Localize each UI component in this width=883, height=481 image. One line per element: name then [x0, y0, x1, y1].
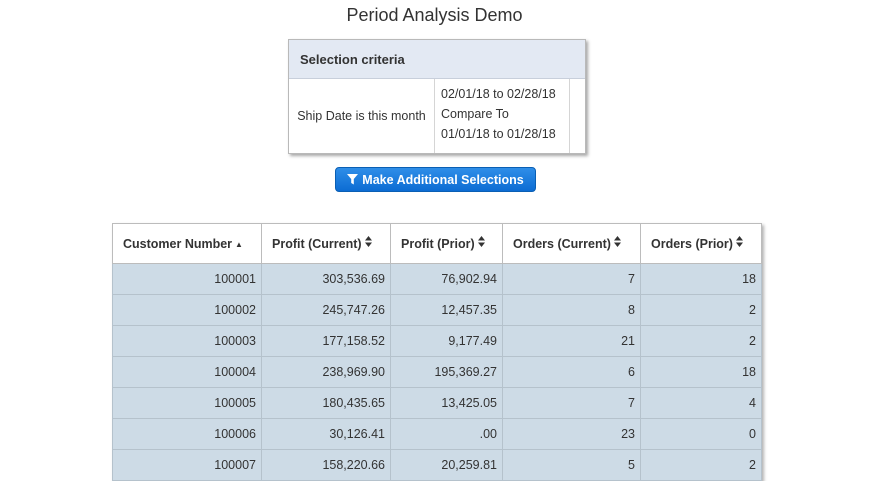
table-row: 100004 238,969.90 195,369.27 6 18 [112, 356, 762, 388]
cell-orders-prior: 2 [640, 449, 762, 481]
make-additional-selections-label: Make Additional Selections [362, 172, 524, 187]
cell-orders-current: 7 [502, 263, 641, 295]
column-label: Profit (Current) [272, 237, 362, 251]
table-row: 100006 30,126.41 .00 23 0 [112, 418, 762, 450]
selection-criteria-header: Selection criteria [289, 40, 585, 79]
cell-profit-current: 238,969.90 [261, 356, 391, 388]
cell-profit-prior: .00 [390, 418, 503, 450]
make-additional-selections-button[interactable]: Make Additional Selections [335, 167, 536, 192]
column-header-customer-number[interactable]: Customer Number ▲ [112, 223, 262, 264]
table-row: 100003 177,158.52 9,177.49 21 2 [112, 325, 762, 357]
cell-profit-current: 177,158.52 [261, 325, 391, 357]
column-label: Orders (Current) [513, 237, 611, 251]
column-label: Orders (Prior) [651, 237, 733, 251]
cell-orders-prior: 18 [640, 356, 762, 388]
cell-customer-number: 100007 [112, 449, 262, 481]
sort-unsorted-icon [364, 236, 372, 250]
sort-unsorted-icon [735, 236, 743, 250]
customer-period-table: Customer Number ▲ Profit (Current) Profit… [112, 223, 762, 481]
cell-profit-current: 303,536.69 [261, 263, 391, 295]
cell-profit-current: 30,126.41 [261, 418, 391, 450]
column-header-orders-prior[interactable]: Orders (Prior) [640, 223, 762, 264]
page-title: Period Analysis Demo [346, 5, 523, 25]
cell-orders-prior: 2 [640, 325, 762, 357]
cell-orders-current: 6 [502, 356, 641, 388]
table-row: 100001 303,536.69 76,902.94 7 18 [112, 263, 762, 295]
criteria-current-range: 02/01/18 to 02/28/18 [441, 87, 556, 101]
criteria-compare-label: Compare To [441, 107, 509, 121]
cell-orders-current: 21 [502, 325, 641, 357]
cell-profit-current: 245,747.26 [261, 294, 391, 326]
cell-orders-current: 8 [502, 294, 641, 326]
cell-orders-prior: 4 [640, 387, 762, 419]
cell-customer-number: 100005 [112, 387, 262, 419]
cell-orders-prior: 0 [640, 418, 762, 450]
sort-unsorted-icon [477, 236, 485, 250]
cell-profit-current: 158,220.66 [261, 449, 391, 481]
table-row: 100002 245,747.26 12,457.35 8 2 [112, 294, 762, 326]
selection-criteria-panel: Selection criteria Ship Date is this mon… [288, 39, 586, 154]
cell-profit-prior: 12,457.35 [390, 294, 503, 326]
sort-unsorted-icon [613, 236, 621, 250]
cell-profit-prior: 195,369.27 [390, 356, 503, 388]
filter-icon [347, 174, 359, 185]
cell-customer-number: 100003 [112, 325, 262, 357]
criteria-prior-range: 01/01/18 to 01/28/18 [441, 127, 556, 141]
criteria-value: 02/01/18 to 02/28/18 Compare To 01/01/18… [435, 79, 570, 153]
cell-profit-prior: 9,177.49 [390, 325, 503, 357]
table-row: 100005 180,435.65 13,425.05 7 4 [112, 387, 762, 419]
criteria-row: Ship Date is this month 02/01/18 to 02/2… [289, 79, 585, 153]
cell-orders-prior: 18 [640, 263, 762, 295]
cell-orders-current: 5 [502, 449, 641, 481]
criteria-label: Ship Date is this month [289, 79, 435, 153]
cell-profit-prior: 13,425.05 [390, 387, 503, 419]
cell-customer-number: 100001 [112, 263, 262, 295]
column-header-orders-current[interactable]: Orders (Current) [502, 223, 641, 264]
cell-orders-current: 7 [502, 387, 641, 419]
cell-customer-number: 100002 [112, 294, 262, 326]
table-header-row: Customer Number ▲ Profit (Current) Profit… [112, 223, 762, 264]
cell-orders-prior: 2 [640, 294, 762, 326]
column-label: Profit (Prior) [401, 237, 475, 251]
cell-profit-prior: 76,902.94 [390, 263, 503, 295]
cell-profit-current: 180,435.65 [261, 387, 391, 419]
table-row: 100007 158,220.66 20,259.81 5 2 [112, 449, 762, 481]
cell-customer-number: 100004 [112, 356, 262, 388]
cell-orders-current: 23 [502, 418, 641, 450]
column-header-profit-current[interactable]: Profit (Current) [261, 223, 391, 264]
cell-customer-number: 100006 [112, 418, 262, 450]
column-label: Customer Number [123, 236, 233, 251]
column-header-profit-prior[interactable]: Profit (Prior) [390, 223, 503, 264]
sort-ascending-icon: ▲ [235, 239, 243, 249]
cell-profit-prior: 20,259.81 [390, 449, 503, 481]
